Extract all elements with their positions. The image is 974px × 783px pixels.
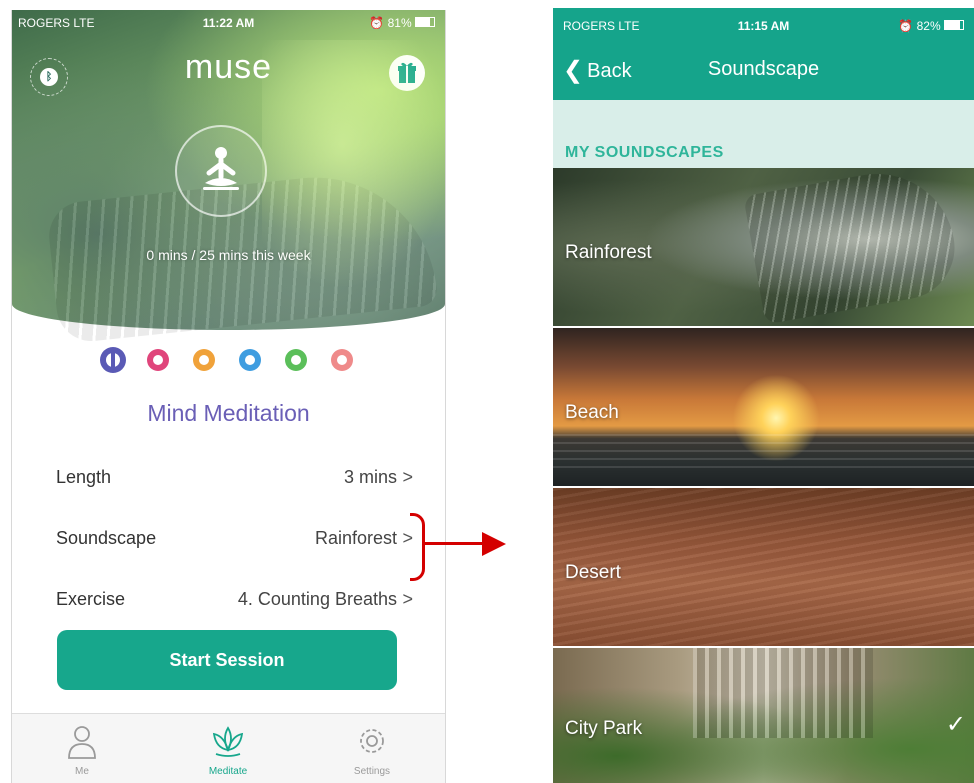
battery-level: ⏰ 82% — [898, 19, 964, 33]
soundscape-name: Rainforest — [565, 242, 652, 263]
soundscape-item-city-park[interactable]: City Park ✓ — [553, 648, 974, 783]
soundscape-name: Beach — [565, 402, 619, 423]
soundscape-label: Soundscape — [56, 528, 157, 548]
soundscape-row[interactable]: Soundscape Rainforest > — [56, 524, 415, 554]
soundscape-name: City Park — [565, 718, 643, 739]
lotus-icon — [212, 726, 244, 757]
battery-level: ⏰ 81% — [369, 16, 435, 30]
mind-icon[interactable] — [100, 347, 126, 373]
exercise-label: Exercise — [56, 589, 126, 609]
exercise-row[interactable]: Exercise 4. Counting Breaths > — [56, 585, 415, 615]
alarm-icon: ⏰ — [369, 16, 385, 30]
gift-button[interactable] — [389, 55, 425, 91]
tab-me-label: Me — [75, 766, 89, 777]
breath-icon[interactable] — [239, 349, 261, 371]
tab-settings[interactable]: Settings — [332, 722, 412, 782]
tab-meditate[interactable]: Meditate — [188, 722, 268, 782]
nav-header: ROGERS LTE 11:15 AM ⏰ 82% ❮ Back Soundsca… — [553, 8, 974, 100]
section-header: MY SOUNDSCAPES — [565, 144, 724, 161]
person-icon — [68, 726, 96, 759]
length-label: Length — [56, 467, 112, 487]
divider — [553, 486, 974, 488]
chevron-right-icon: > — [402, 467, 413, 487]
soundscape-item-desert[interactable]: Desert — [553, 488, 974, 646]
soundscape-screen: ROGERS LTE 11:15 AM ⏰ 82% ❮ Back Soundsca… — [553, 8, 974, 783]
soundscape-value: Rainforest — [314, 528, 397, 548]
body-icon[interactable] — [193, 349, 215, 371]
battery-text: 81% — [387, 16, 412, 30]
soundscape-name: Desert — [565, 562, 621, 583]
start-session-button[interactable]: Start Session — [57, 630, 397, 690]
gear-icon — [360, 729, 384, 753]
arrow-right-icon — [482, 532, 506, 556]
meditate-progress-ring[interactable] — [175, 125, 267, 217]
timer-icon[interactable] — [331, 349, 353, 371]
muse-logo: muse — [184, 48, 273, 86]
chevron-right-icon: > — [402, 589, 413, 609]
meditation-mode-selector — [100, 347, 370, 373]
battery-text: 82% — [916, 19, 941, 33]
status-bar: ROGERS LTE 11:22 AM ⏰ 81% — [12, 10, 445, 36]
tab-bar: Me Meditate Settings — [12, 713, 445, 783]
checkmark-icon: ✓ — [945, 711, 966, 738]
alarm-icon: ⏰ — [898, 19, 914, 33]
leaf-icon[interactable] — [285, 349, 307, 371]
arrow-shaft — [424, 542, 484, 545]
length-value: 3 mins — [343, 467, 397, 487]
weekly-progress-text: 0 mins / 25 mins this week — [146, 247, 311, 263]
divider — [553, 646, 974, 648]
hero-banner: ROGERS LTE 11:22 AM ⏰ 81% ᛒ muse 0 mins … — [12, 10, 445, 330]
soundscape-item-beach[interactable]: Beach — [553, 328, 974, 486]
length-row[interactable]: Length 3 mins > — [56, 463, 415, 493]
highlight-bracket — [410, 513, 425, 581]
divider — [553, 326, 974, 328]
soundscape-item-rainforest[interactable]: Rainforest — [553, 168, 974, 326]
meditator-icon — [203, 147, 239, 190]
tab-me[interactable]: Me — [42, 722, 122, 782]
battery-icon — [944, 20, 964, 30]
heart-icon[interactable] — [147, 349, 169, 371]
tab-settings-label: Settings — [353, 766, 391, 777]
mode-title: Mind Meditation — [147, 400, 310, 426]
battery-icon — [415, 17, 435, 27]
gift-icon — [398, 62, 416, 83]
page-title: Soundscape — [707, 58, 820, 80]
muse-meditate-screen: ROGERS LTE 11:22 AM ⏰ 81% ᛒ muse 0 mins … — [11, 10, 446, 783]
tab-meditate-label: Meditate — [208, 766, 248, 777]
exercise-value: 4. Counting Breaths — [237, 589, 397, 609]
